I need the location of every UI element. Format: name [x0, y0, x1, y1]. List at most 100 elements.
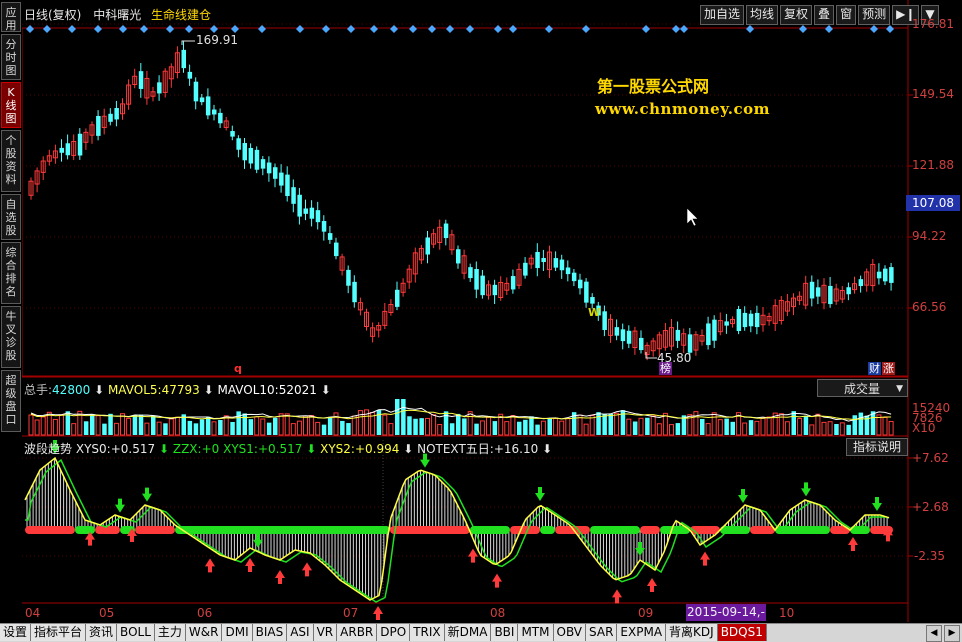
volume-bar-up	[113, 422, 119, 436]
volume-total-label: 总手:	[24, 383, 53, 397]
volume-bar-up	[431, 414, 437, 436]
signal-diamond-icon	[119, 25, 127, 33]
price-tick: 149.54	[912, 87, 954, 101]
moving-average-button[interactable]: 均线	[746, 5, 779, 25]
chart-canvas[interactable]	[0, 0, 962, 641]
bottom-tab-5[interactable]: W&R	[185, 624, 223, 641]
arrow-down-icon: ⬇	[94, 383, 105, 397]
candle-down	[565, 267, 571, 275]
candle-down	[523, 262, 528, 276]
volume-indicator-select[interactable]: 成交量 ▼	[817, 379, 908, 397]
volume-bar-up	[650, 415, 656, 436]
volume-bar-down	[748, 420, 754, 435]
left-tab-7[interactable]: 超级盘口	[1, 370, 21, 432]
bottom-tab-13[interactable]: 新DMA	[444, 624, 492, 641]
signal-diamond-icon	[746, 25, 754, 33]
left-tab-5[interactable]: 综合排名	[1, 242, 21, 304]
candle-down	[571, 272, 577, 282]
trend-band-segment	[540, 526, 555, 534]
bottom-tab-1[interactable]: 指标平台	[31, 624, 87, 641]
xys0-label: XYS0:	[75, 442, 111, 456]
adjust-button[interactable]: 复权	[780, 5, 813, 25]
signal-diamond-icon	[799, 25, 807, 33]
left-tab-2[interactable]: K线图	[1, 82, 21, 128]
limit-up-badge[interactable]: 涨	[882, 362, 895, 375]
ranking-badge[interactable]: 榜	[659, 362, 672, 375]
volume-bar-up	[40, 416, 46, 436]
candle-down	[395, 289, 400, 307]
volume-bar-down	[492, 421, 498, 435]
stock-name[interactable]: 中科曙光	[93, 8, 141, 22]
candle-down	[809, 281, 815, 299]
bottom-tab-16[interactable]: OBV	[553, 624, 587, 641]
bottom-tab-19[interactable]: 背离KDJ	[666, 624, 718, 641]
left-tab-3[interactable]: 个股资料	[1, 130, 21, 192]
bottom-tab-10[interactable]: ARBR	[337, 624, 378, 641]
add-watchlist-button[interactable]: 加自选	[700, 5, 745, 25]
bottom-tab-9[interactable]: VR	[313, 624, 338, 641]
bottom-tab-7[interactable]: BIAS	[252, 624, 288, 641]
volume-bar-down	[474, 423, 479, 435]
date-tick: 06	[197, 606, 213, 620]
candle-down	[303, 208, 308, 214]
left-tab-6[interactable]: 牛叉诊股	[1, 306, 21, 368]
volume-bar-down	[443, 411, 449, 435]
bottom-tab-4[interactable]: 主力	[154, 624, 186, 641]
bottom-tab-11[interactable]: DPO	[377, 624, 411, 641]
signal-diamond-icon	[509, 25, 517, 33]
left-tab-0[interactable]: 应用	[1, 2, 21, 32]
bottom-tab-17[interactable]: SAR	[586, 624, 618, 641]
bottom-tab-20[interactable]: BDQS1	[717, 624, 767, 641]
candle-down	[273, 167, 278, 179]
bottom-tab-8[interactable]: ASI	[287, 624, 314, 641]
signal-diamond-icon	[370, 25, 378, 33]
buy-arrow-icon	[115, 498, 125, 513]
forecast-button[interactable]: 预测	[858, 5, 891, 25]
volume-bar-down	[193, 423, 199, 435]
bottom-tab-18[interactable]: EXPMA	[617, 624, 667, 641]
volume-bar-up	[888, 420, 894, 436]
bottom-tab-3[interactable]: BOLL	[117, 624, 155, 641]
bottom-tab-6[interactable]: DMI	[222, 624, 253, 641]
bottom-tab-12[interactable]: TRIX	[410, 624, 445, 641]
indicator-help-button[interactable]: 指标说明	[846, 438, 908, 456]
volume-total-value: 42800	[52, 383, 91, 397]
finance-badge[interactable]: 财	[868, 362, 881, 375]
sell-arrow-icon	[275, 570, 285, 584]
candle-down	[230, 131, 235, 137]
bottom-nav: ◀ ▶	[926, 625, 960, 642]
candle-down	[742, 312, 748, 328]
candle-down	[846, 287, 851, 295]
volume-bar-down	[321, 424, 327, 435]
candle-down	[321, 221, 327, 232]
signal-diamond-icon	[94, 25, 102, 33]
overlay-button[interactable]: 叠	[814, 5, 835, 25]
bottom-tab-15[interactable]: MTM	[518, 624, 554, 641]
sell-arrow-icon	[205, 558, 215, 573]
bottom-tab-2[interactable]: 资讯	[86, 624, 118, 641]
volume-bar-up	[95, 415, 101, 436]
candle-down	[614, 327, 620, 336]
indicator-tick: +2.68	[912, 500, 949, 514]
volume-bar-up	[553, 417, 559, 436]
candle-down	[315, 210, 321, 223]
volume-bar-down	[645, 417, 650, 435]
scroll-right-icon[interactable]: ▶	[944, 625, 960, 642]
bottom-tab-14[interactable]: BBI	[491, 624, 519, 641]
buy-arrow-icon	[738, 489, 748, 503]
high-price-label: 169.91	[196, 33, 238, 47]
formula-name[interactable]: 生命线建仓	[151, 8, 211, 22]
volume-bar-down	[108, 413, 113, 435]
scroll-left-icon[interactable]: ◀	[926, 625, 942, 642]
bottom-tab-0[interactable]: 设置	[0, 624, 32, 641]
left-tab-1[interactable]: 分时图	[1, 34, 21, 80]
window-button[interactable]: 窗	[836, 5, 857, 25]
trend-band-segment	[510, 526, 540, 534]
volume-bar-up	[754, 420, 760, 436]
trend-band-segment	[135, 526, 175, 534]
candle-down	[815, 287, 821, 297]
candle-down	[510, 276, 516, 290]
mavol5-line	[30, 406, 892, 422]
mavol5-label: MAVOL5:	[107, 383, 162, 397]
left-tab-4[interactable]: 自选股	[1, 194, 21, 240]
